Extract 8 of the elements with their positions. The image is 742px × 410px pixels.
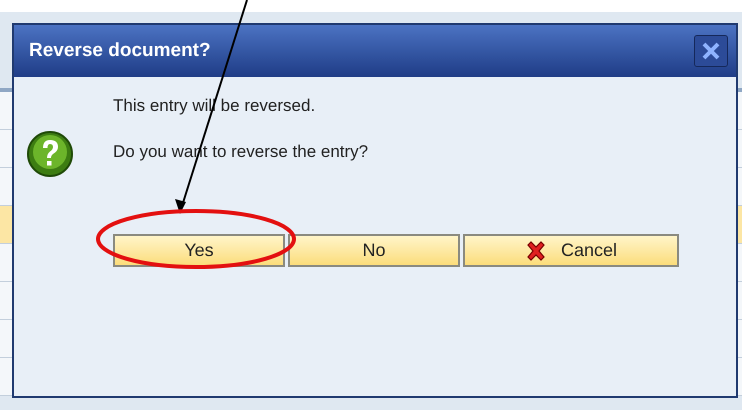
close-icon [702, 42, 720, 60]
cancel-button[interactable]: Cancel [463, 234, 679, 267]
dialog-button[interactable]: Yes [113, 234, 285, 267]
close-button[interactable] [694, 35, 728, 67]
cancel-icon [524, 240, 547, 262]
dialog-button[interactable]: No [288, 234, 460, 267]
window-title: Reverse document? [29, 38, 211, 63]
question-icon [26, 130, 74, 178]
